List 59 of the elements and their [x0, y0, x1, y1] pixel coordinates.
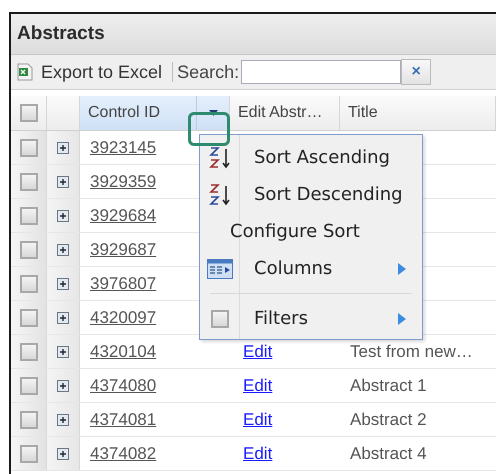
row-checkbox[interactable] — [20, 172, 38, 190]
control-id-link[interactable]: 3929684 — [90, 206, 156, 226]
column-header[interactable]: Edit Abstr… — [230, 96, 340, 130]
edit-link[interactable]: Edit — [240, 342, 272, 362]
table-cell: Abstract 4 — [350, 444, 427, 464]
table-cell: Abstract 1 — [350, 376, 427, 396]
menu-item[interactable]: Sort Descending — [200, 176, 422, 213]
select-all-checkbox[interactable] — [20, 104, 38, 122]
row-checkbox[interactable] — [20, 444, 38, 462]
row-checkbox[interactable] — [20, 240, 38, 258]
expand-icon[interactable] — [57, 142, 69, 154]
row-checkbox[interactable] — [20, 274, 38, 292]
menu-item[interactable]: Configure Sort — [200, 213, 422, 250]
search-field[interactable] — [241, 60, 402, 84]
row-checkbox[interactable] — [20, 308, 38, 326]
control-id-link[interactable]: 4374082 — [90, 444, 156, 464]
expand-icon[interactable] — [57, 312, 69, 324]
control-id-link[interactable]: 4320104 — [90, 342, 156, 362]
control-id-link[interactable]: 4320097 — [90, 308, 156, 328]
column-header[interactable]: Title — [340, 96, 496, 130]
expand-icon[interactable] — [57, 210, 69, 222]
sort-descending-icon — [209, 182, 231, 206]
table-cell: Test from new… — [350, 342, 473, 362]
menu-item[interactable]: Filters — [200, 300, 422, 337]
row-checkbox[interactable] — [20, 206, 38, 224]
row-checkbox[interactable] — [20, 138, 38, 156]
edit-link[interactable]: Edit — [240, 376, 272, 396]
row-checkbox[interactable] — [20, 376, 38, 394]
row-checkbox[interactable] — [20, 410, 38, 428]
panel-title: Abstracts — [17, 23, 105, 45]
search-label: Search: — [177, 62, 240, 82]
expand-icon[interactable] — [57, 176, 69, 188]
menu-item[interactable]: Sort Ascending — [200, 139, 422, 176]
expand-icon[interactable] — [57, 244, 69, 256]
expand-icon[interactable] — [57, 346, 69, 358]
expand-icon[interactable] — [57, 380, 69, 392]
export-button[interactable]: Export to Excel — [13, 62, 168, 82]
table-cell: Abstract 2 — [350, 410, 427, 430]
edit-link[interactable]: Edit — [240, 410, 272, 430]
control-id-link[interactable]: 3929359 — [90, 172, 156, 192]
control-id-link[interactable]: 3929687 — [90, 240, 156, 260]
control-id-link[interactable]: 3923145 — [90, 138, 156, 158]
filters-checkbox[interactable] — [211, 310, 229, 328]
sort-ascending-icon — [209, 146, 231, 170]
control-id-link[interactable]: 4374081 — [90, 410, 156, 430]
clear-search-button[interactable]: × — [401, 59, 432, 85]
highlight-frame — [188, 112, 230, 146]
caret-icon — [208, 110, 218, 116]
spreadsheet-icon — [17, 63, 33, 81]
column-header[interactable]: Control ID — [80, 96, 197, 130]
expand-icon[interactable] — [57, 414, 69, 426]
expand-icon[interactable] — [57, 448, 69, 460]
row-checkbox[interactable] — [20, 342, 38, 360]
columns-icon — [207, 258, 233, 278]
edit-link[interactable]: Edit — [240, 444, 272, 464]
menu-item[interactable]: Columns — [200, 250, 422, 287]
control-id-link[interactable]: 3976807 — [90, 274, 156, 294]
expand-icon[interactable] — [57, 278, 69, 290]
control-id-link[interactable]: 4374080 — [90, 376, 156, 396]
